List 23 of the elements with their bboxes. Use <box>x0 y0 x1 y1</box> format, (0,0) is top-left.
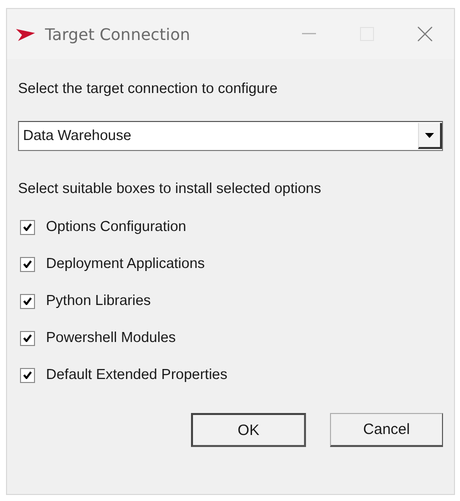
dialog-button[interactable]: Cancel <box>330 413 443 447</box>
check-icon <box>23 297 32 305</box>
option-label: Options Configuration <box>46 219 186 235</box>
option-label: Deployment Applications <box>46 256 205 272</box>
connection-dropdown[interactable]: Data Warehouse <box>18 121 443 151</box>
option-label: Default Extended Properties <box>46 367 228 383</box>
checkbox[interactable] <box>20 368 35 382</box>
check-icon <box>23 260 32 268</box>
check-icon <box>23 334 32 342</box>
options-label: Select suitable boxes to install selected options <box>18 181 322 197</box>
checkbox[interactable] <box>20 294 35 308</box>
option-label: Python Libraries <box>46 293 151 309</box>
check-icon <box>23 223 32 231</box>
close-icon[interactable] <box>417 26 433 42</box>
dialog-button[interactable]: OK <box>191 413 306 447</box>
option-label: Powershell Modules <box>46 330 176 346</box>
check-icon <box>23 371 32 379</box>
checkbox[interactable] <box>20 256 35 272</box>
app-logo-icon <box>15 26 37 42</box>
checkbox[interactable] <box>20 330 35 346</box>
window-title: Target Connection <box>45 24 192 44</box>
connection-label: Select the target connection to configure <box>18 81 279 97</box>
checkbox[interactable] <box>20 220 35 234</box>
